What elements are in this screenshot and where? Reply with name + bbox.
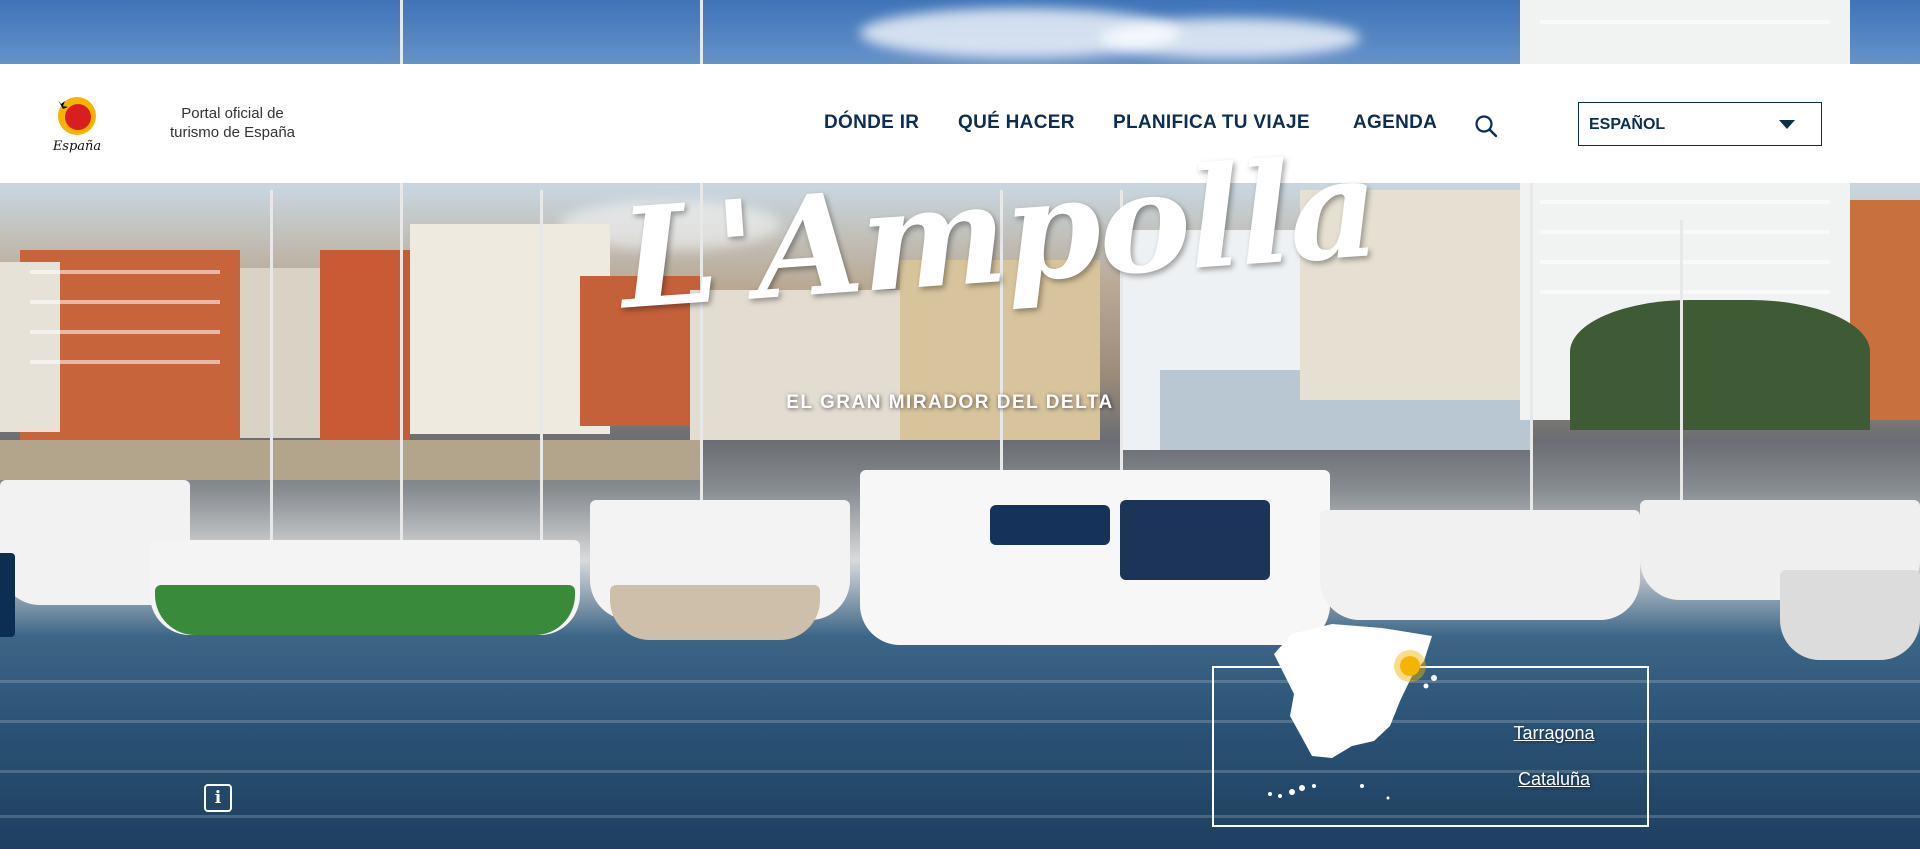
nav-donde-ir[interactable]: DÓNDE IR [824, 112, 919, 134]
info-button[interactable]: i [204, 784, 232, 812]
location-box: Tarragona Cataluña [1212, 624, 1649, 827]
chevron-down-icon [1779, 120, 1795, 129]
hero-title: L'Ampolla [615, 125, 1382, 341]
info-icon: i [214, 788, 222, 808]
language-select-value: ESPAÑOL [1589, 116, 1666, 133]
portal-tagline: Portal oficial de turismo de España [169, 105, 296, 141]
hero-subtitle: EL GRAN MIRADOR DEL DELTA [786, 392, 1114, 413]
spain-map-icon [1268, 624, 1437, 800]
location-marker [1400, 656, 1420, 676]
logo-text: España [52, 139, 101, 154]
location-region-link[interactable]: Cataluña [1494, 769, 1614, 790]
search-icon[interactable] [1474, 114, 1498, 138]
side-tab-button[interactable] [0, 553, 15, 637]
location-province-link[interactable]: Tarragona [1494, 723, 1614, 744]
language-select[interactable]: ESPAÑOL [1578, 102, 1822, 146]
nav-que-hacer[interactable]: QUÉ HACER [958, 112, 1075, 134]
spain-tourism-logo[interactable]: España [50, 94, 104, 154]
